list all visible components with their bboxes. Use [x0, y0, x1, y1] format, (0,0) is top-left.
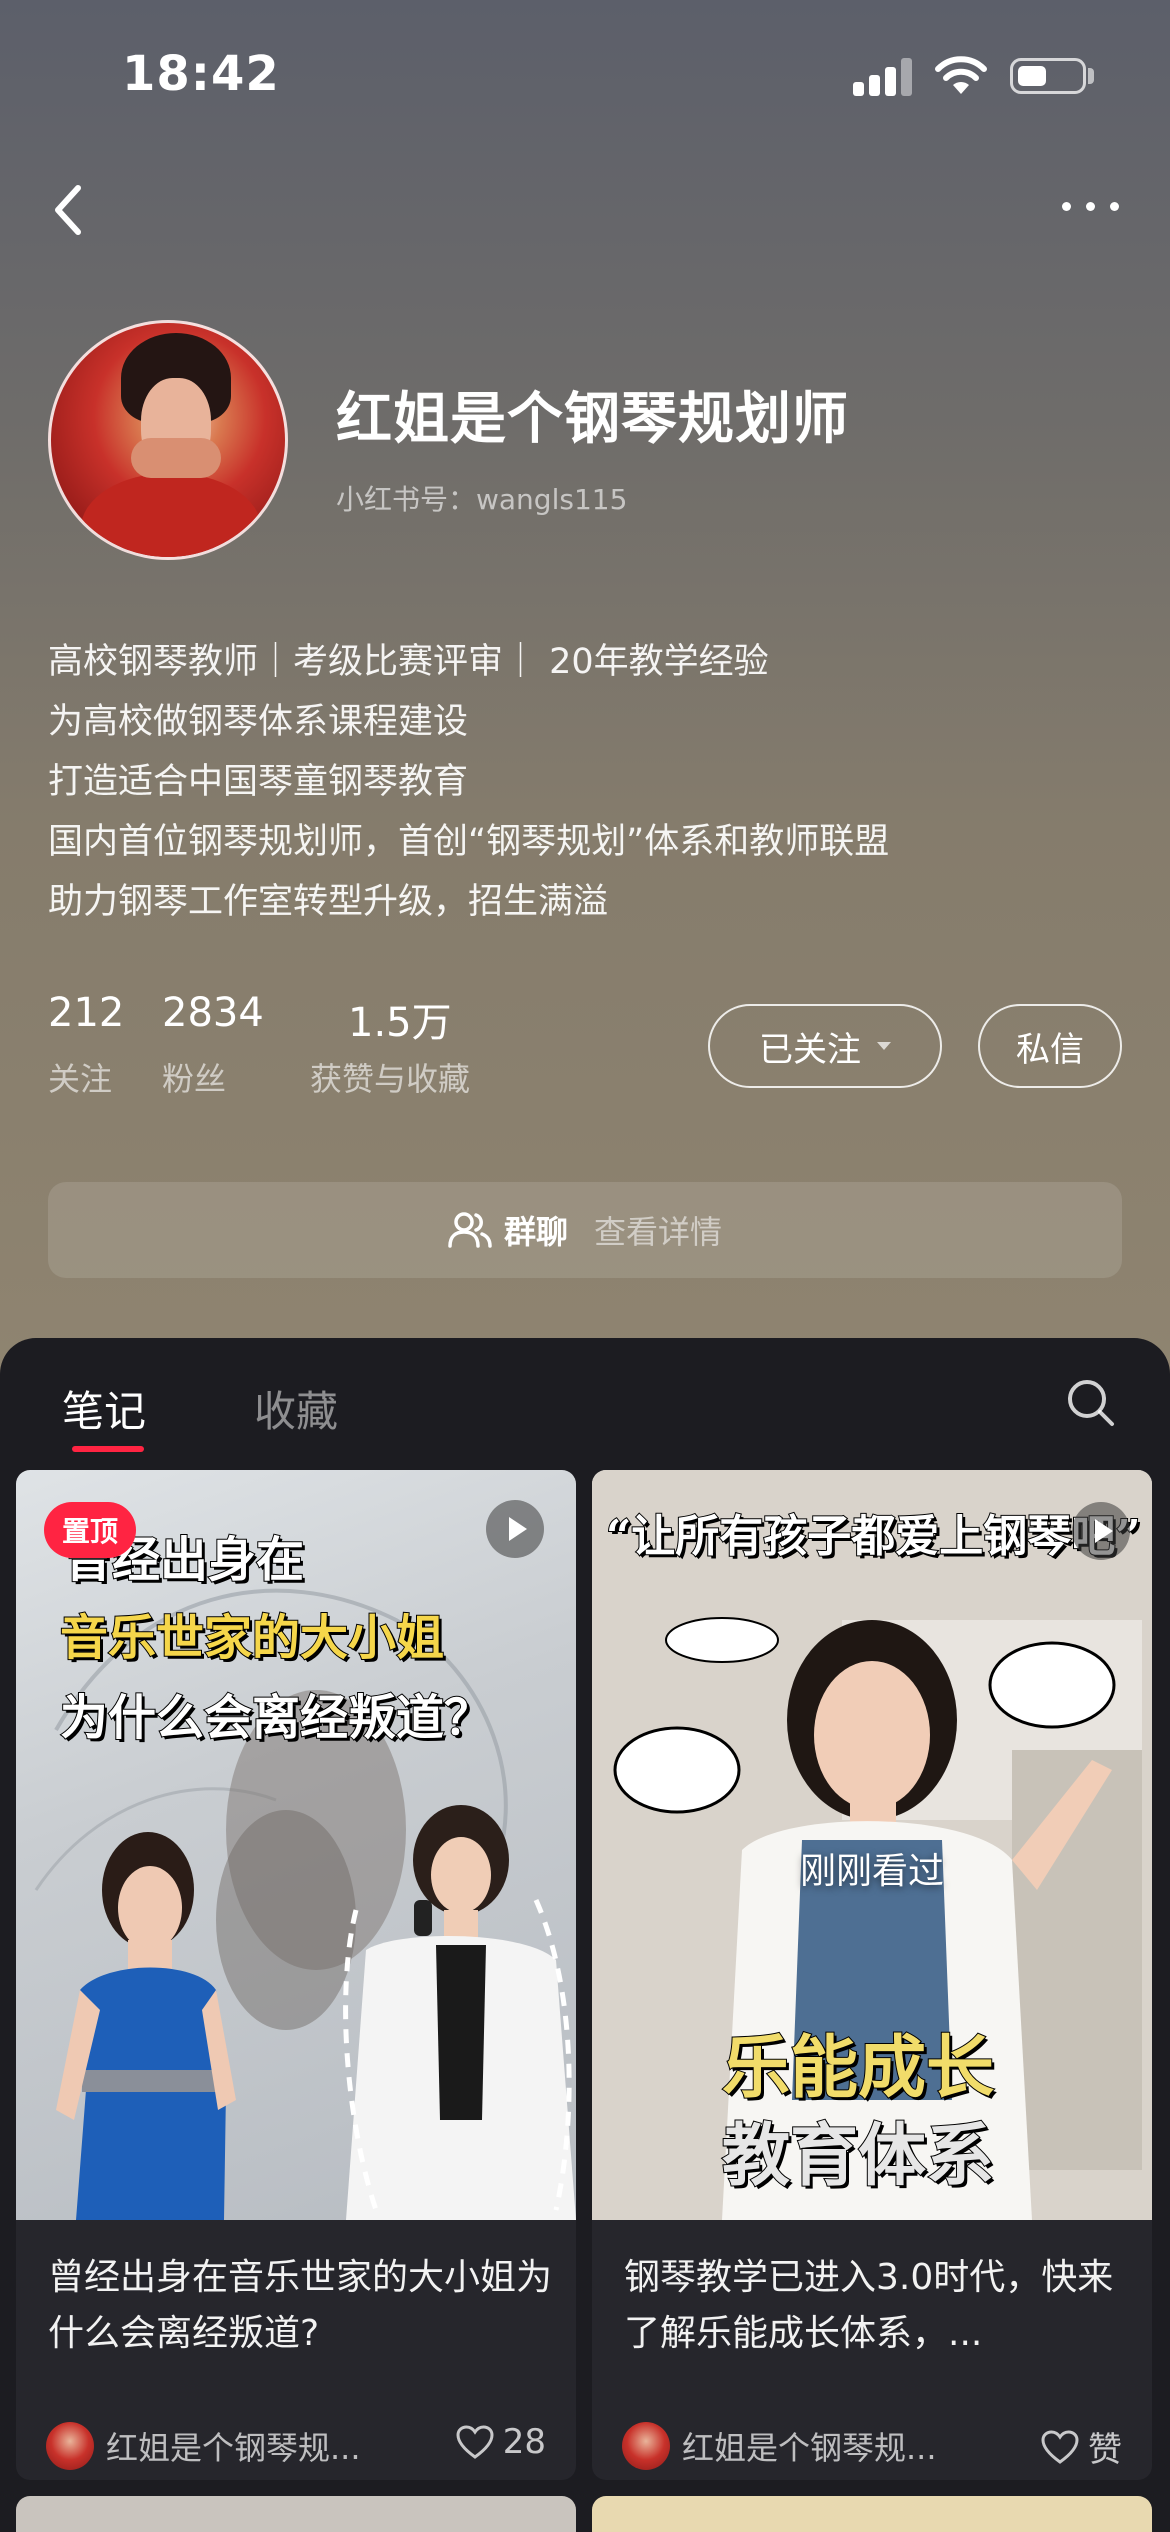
stat-label: 粉丝	[162, 1060, 227, 1098]
group-chat-label: 群聊	[503, 1213, 568, 1251]
profile-tabs: 笔记 收藏	[0, 1338, 1170, 1454]
note-card[interactable]: 曾经出身在 音乐世家的大小姐 为什么会离经叛道？ 置顶 曾经出身在音乐世家的大小…	[16, 1470, 576, 2480]
following-button[interactable]: 已关注	[708, 1004, 942, 1088]
back-icon[interactable]	[40, 170, 100, 250]
bio-line: 国内首位钢琴规划师，首创“钢琴规划”体系和教师联盟	[48, 822, 890, 862]
note-title: 曾经出身在音乐世家的大小姐为什么会离经叛道?	[48, 2257, 553, 2354]
author-avatar	[46, 2422, 94, 2470]
note-card[interactable]: “让所有孩子都爱上钢琴吧” 乐能成长 教育体系 刚刚看过 钢琴教学已进入3.0时…	[592, 1470, 1152, 2480]
battery-cap	[1088, 68, 1094, 84]
author-name: 红姐是个钢琴规...	[682, 2429, 937, 2467]
bio-line: 打造适合中国琴童钢琴教育	[48, 762, 469, 802]
note-title: 钢琴教学已进入3.0时代，快来了解乐能成长体系，...	[624, 2257, 1114, 2354]
stat-value: 1.5万	[348, 1000, 452, 1046]
cover-text: 乐能成长	[721, 2027, 995, 2109]
author-avatar	[622, 2422, 670, 2470]
cover-text: 教育体系	[721, 2115, 995, 2197]
status-time: 18:42	[122, 46, 280, 102]
stat-label: 关注	[48, 1060, 113, 1098]
profile-bio: 高校钢琴教师｜考级比赛评审｜ 20年教学经验 为高校做钢琴体系课程建设 打造适合…	[48, 632, 1128, 932]
stat-followers[interactable]: 2834 粉丝	[162, 990, 264, 1100]
stat-value: 212	[48, 990, 125, 1036]
video-play-icon	[1072, 1502, 1130, 1560]
recently-viewed-label: 刚刚看过	[799, 1851, 944, 1892]
video-play-icon	[486, 1500, 544, 1558]
author-name: 红姐是个钢琴规...	[106, 2429, 361, 2467]
status-bar: 18:42	[0, 0, 1170, 150]
more-options-icon[interactable]	[1052, 180, 1132, 230]
message-button[interactable]: 私信	[978, 1004, 1122, 1088]
bio-line: 助力钢琴工作室转型升级，招生满溢	[48, 882, 609, 922]
stat-label: 获赞与收藏	[310, 1060, 471, 1098]
note-author[interactable]: 红姐是个钢琴规...	[622, 2422, 972, 2470]
like-count: 赞	[1088, 2430, 1122, 2470]
stat-following[interactable]: 212 关注	[48, 990, 124, 1100]
next-note-card-peek[interactable]	[16, 2496, 576, 2532]
group-chat-bar[interactable]: 群聊 查看详情	[48, 1182, 1122, 1278]
like-button[interactable]: 赞	[1040, 2422, 1122, 2471]
heart-icon	[1041, 2429, 1079, 2464]
active-tab-indicator	[72, 1446, 144, 1452]
tab-notes[interactable]: 笔记	[62, 1378, 146, 1439]
signal-icon	[853, 56, 913, 96]
note-author[interactable]: 红姐是个钢琴规...	[46, 2422, 396, 2470]
wifi-icon	[935, 56, 987, 94]
cover-text: “让所有孩子都爱上钢琴吧”	[605, 1510, 1142, 1563]
next-note-card-peek[interactable]	[592, 2496, 1152, 2532]
notes-panel: 笔记 收藏 曾经出身在 音乐世家的大小姐 为什么会离经叛道？ 置顶 曾经出身在音…	[0, 1338, 1170, 2532]
note-cover: 曾经出身在 音乐世家的大小姐 为什么会离经叛道？ 置顶	[16, 1470, 576, 2220]
bio-line: 高校钢琴教师｜考级比赛评审｜ 20年教学经验	[48, 642, 769, 682]
pinned-badge: 置顶	[44, 1502, 137, 1558]
note-cover: “让所有孩子都爱上钢琴吧” 乐能成长 教育体系 刚刚看过	[592, 1470, 1152, 2220]
like-count: 28	[502, 2422, 546, 2462]
like-button[interactable]: 28	[455, 2422, 546, 2462]
search-icon[interactable]	[1066, 1378, 1116, 1428]
stat-value: 2834	[162, 990, 264, 1036]
profile-name: 红姐是个钢琴规划师	[336, 387, 849, 452]
chevron-down-icon	[877, 1042, 891, 1050]
tab-collections[interactable]: 收藏	[254, 1378, 338, 1439]
cover-text: 音乐世家的大小姐	[59, 1609, 445, 1667]
red-id[interactable]: 小红书号：wangls115	[336, 478, 627, 518]
cover-text: 为什么会离经叛道？	[59, 1689, 493, 1747]
stat-likes-collections[interactable]: 1.5万 获赞与收藏	[310, 990, 470, 1100]
avatar[interactable]	[48, 320, 288, 560]
bio-line: 为高校做钢琴体系课程建设	[48, 702, 469, 742]
heart-icon	[456, 2425, 494, 2459]
following-label: 已关注	[759, 1029, 861, 1070]
group-icon	[448, 1212, 492, 1248]
battery-icon	[1010, 58, 1086, 94]
group-chat-detail: 查看详情	[594, 1213, 723, 1251]
